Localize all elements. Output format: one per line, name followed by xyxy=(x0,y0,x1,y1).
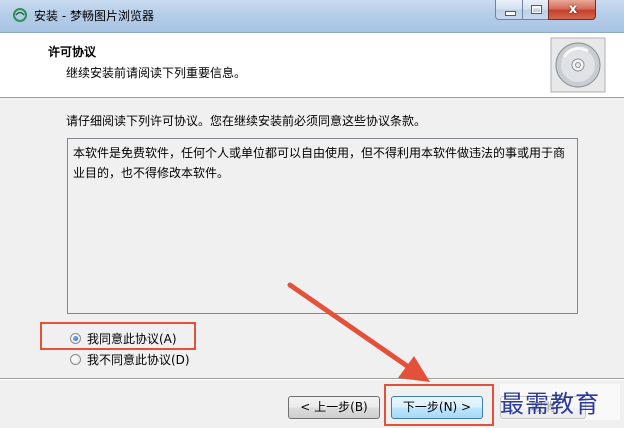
page-title: 许可协议 xyxy=(48,45,97,59)
app-icon xyxy=(13,8,27,22)
close-button[interactable]: x xyxy=(548,0,596,20)
minimize-button[interactable] xyxy=(495,0,523,20)
maximize-button[interactable] xyxy=(522,0,549,20)
back-button[interactable]: < 上一步(B) xyxy=(288,396,380,419)
decline-radio[interactable] xyxy=(70,353,81,365)
page-subtitle: 继续安装前请阅读下列重要信息。 xyxy=(66,66,247,80)
window-title: 安装 - 梦畅图片浏览器 xyxy=(34,9,154,23)
license-textarea[interactable]: 本软件是免费软件，任何个人或单位都可以自由使用，但不得利用本软件做违法的事或用于… xyxy=(67,138,578,314)
accept-highlight-box xyxy=(40,322,196,350)
close-icon: x xyxy=(568,2,578,17)
title-bar[interactable]: 安装 - 梦畅图片浏览器 x xyxy=(0,0,624,33)
instruction-text: 请仔细阅读下列许可协议。您在继续安装前必须同意这些协议条款。 xyxy=(66,114,427,128)
cd-disc-icon xyxy=(550,37,606,93)
decline-label: 我不同意此协议(D) xyxy=(87,352,190,367)
minimize-icon xyxy=(505,11,516,16)
bottom-divider-shadow xyxy=(0,379,624,380)
maximize-icon xyxy=(531,5,542,14)
page-header: 许可协议 继续安装前请阅读下列重要信息。 xyxy=(0,33,624,98)
watermark-text: 最需教育 xyxy=(500,384,620,420)
license-text: 本软件是免费软件，任何个人或单位都可以自由使用，但不得利用本软件做违法的事或用于… xyxy=(73,146,566,180)
decline-option[interactable]: 我不同意此协议(D) xyxy=(70,350,190,368)
installer-window: 安装 - 梦畅图片浏览器 x 许可协议 继续安装前请阅读下列重要信息。 请仔细阅… xyxy=(0,0,624,428)
next-highlight-box xyxy=(384,384,494,426)
